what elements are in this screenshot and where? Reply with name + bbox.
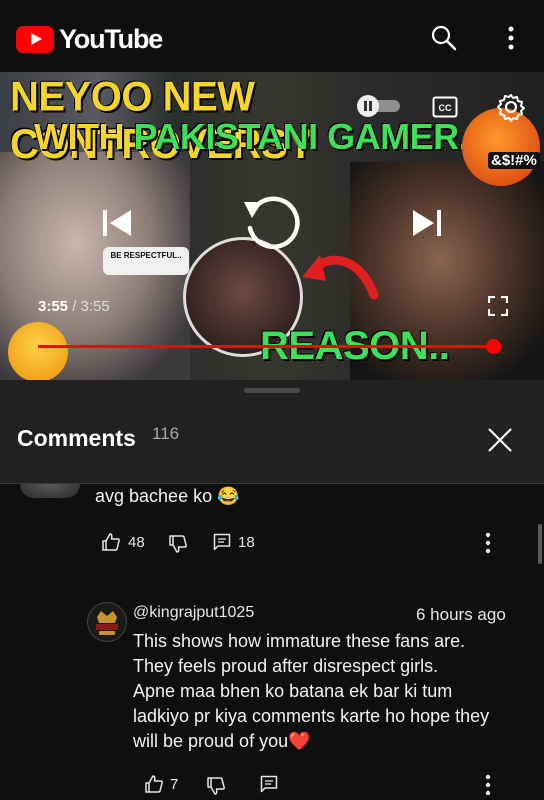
comment-menu-button[interactable]: [484, 532, 492, 554]
search-button[interactable]: [428, 22, 460, 54]
comment-avatar[interactable]: [20, 484, 80, 498]
drag-handle[interactable]: [244, 388, 300, 393]
video-title-overlay-word: WITH: [34, 116, 134, 157]
red-arrow-graphic: [302, 255, 379, 300]
comment-text: avg bachee ko 😂: [95, 486, 240, 506]
closed-captions-icon: CC: [432, 96, 458, 118]
comment-text-line: This shows how immature these fans are.: [133, 631, 466, 651]
progress-bar[interactable]: [38, 345, 494, 348]
reply-button[interactable]: [213, 533, 231, 551]
autoplay-pause-toggle-icon: [357, 95, 400, 117]
top-app-bar: YouTube: [0, 0, 544, 72]
emoji-symbols: &$!#%: [488, 152, 540, 169]
logo-text: YouTube: [59, 24, 163, 54]
skip-next-icon: [413, 210, 441, 236]
duration: 3:55: [80, 298, 110, 315]
captions-button[interactable]: CC: [432, 96, 458, 118]
youtube-logo[interactable]: YouTube: [16, 24, 163, 55]
like-button[interactable]: [144, 774, 164, 794]
thumbs-up-icon: [102, 533, 120, 551]
replay-button[interactable]: [238, 188, 306, 256]
reply-button[interactable]: [260, 775, 278, 793]
reply-comment-icon: [260, 775, 278, 793]
settings-button[interactable]: [496, 92, 526, 122]
thumbs-up-icon: [145, 775, 163, 793]
close-comments-button[interactable]: [484, 424, 516, 456]
more-vert-icon: [508, 26, 514, 50]
search-icon: [431, 25, 457, 51]
fullscreen-icon: [488, 296, 508, 316]
shocked-emoji-icon: [8, 322, 68, 380]
fullscreen-button[interactable]: [488, 296, 508, 316]
thumbs-down-icon: [207, 777, 225, 795]
previous-video-button[interactable]: [100, 206, 134, 240]
video-title-overlay-highlight: PAKISTANI GAMER..: [133, 116, 478, 157]
close-icon: [488, 428, 512, 452]
reply-avatar[interactable]: [87, 602, 127, 642]
be-respectful-sticker: BE RESPECTFUL..: [103, 247, 189, 275]
comment-timestamp: 6 hours ago: [416, 605, 506, 624]
video-title-overlay-line2: WITH PAKISTANI GAMER..: [34, 116, 478, 158]
skip-previous-icon: [103, 210, 131, 236]
comment-menu-button[interactable]: [484, 774, 492, 796]
comment-text: This shows how immature these fans are. …: [133, 629, 489, 754]
like-count: 48: [128, 534, 145, 551]
youtube-play-logo-icon: [16, 26, 54, 53]
playback-time: 3:55 / 3:55: [38, 298, 110, 315]
like-count: 7: [170, 776, 179, 793]
comments-title: Comments: [17, 425, 136, 451]
autoplay-toggle[interactable]: [354, 94, 404, 118]
like-button[interactable]: [101, 532, 121, 552]
gear-icon: [497, 94, 525, 122]
thumbs-down-icon: [169, 535, 187, 553]
more-vert-icon: [485, 774, 491, 796]
dislike-button[interactable]: [206, 776, 226, 796]
replay-icon: [244, 196, 300, 250]
comments-count: 116: [152, 424, 180, 443]
more-vert-icon: [485, 532, 491, 554]
video-player[interactable]: NEYOO NEW CONTROVERSY WITH PAKISTANI GAM…: [0, 72, 544, 380]
time-separator: /: [68, 298, 81, 315]
comment-text-line: will be proud of you❤️: [133, 731, 311, 751]
more-options-button[interactable]: [495, 22, 527, 54]
comment-text-line: They feels proud after disrespect girls.: [133, 656, 439, 676]
comments-scrollbar[interactable]: [538, 524, 542, 564]
reply-comment-icon: [213, 533, 231, 551]
progress-scrubber[interactable]: [486, 339, 501, 354]
reply-count: 18: [238, 534, 255, 551]
current-time: 3:55: [38, 298, 69, 315]
king-logo-icon: [96, 611, 118, 635]
comment-text-line: ladkiyo pr kiya comments karte ho hope t…: [133, 706, 490, 726]
svg-text:CC: CC: [439, 103, 452, 113]
comment-author[interactable]: @kingrajput1025: [133, 604, 254, 622]
next-video-button[interactable]: [410, 206, 444, 240]
dislike-button[interactable]: [168, 534, 188, 554]
comment-text-line: Apne maa bhen ko batana ek bar ki tum: [133, 681, 453, 701]
